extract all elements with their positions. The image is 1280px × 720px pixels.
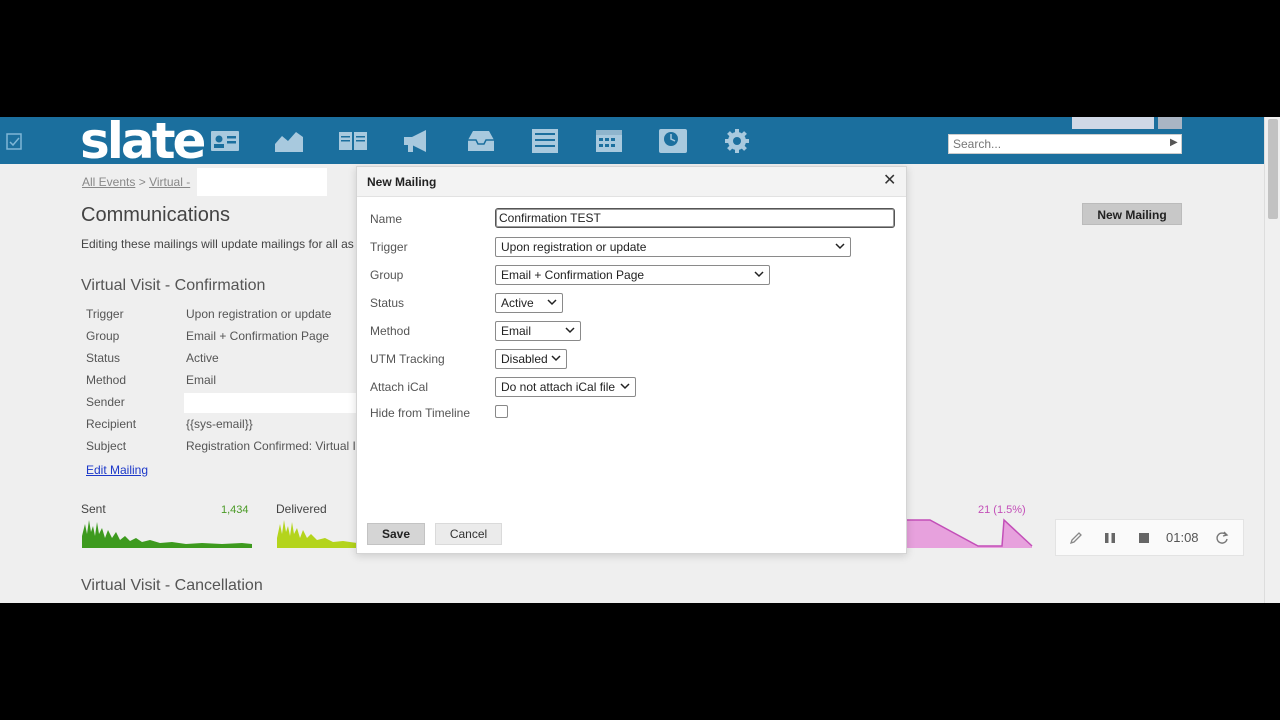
app-window: slate Search... ▶ All Events > Virtual -… xyxy=(0,117,1280,603)
edit-mailing-link[interactable]: Edit Mailing xyxy=(86,463,148,477)
slate-logo[interactable]: slate xyxy=(80,117,206,169)
breadcrumb: All Events > Virtual - xyxy=(82,175,190,189)
contacts-icon[interactable] xyxy=(210,128,240,154)
megaphone-icon[interactable] xyxy=(402,128,432,154)
delivered-label: Delivered xyxy=(276,502,327,516)
attach-ical-select[interactable]: Do not attach iCal file xyxy=(495,377,636,397)
new-mailing-dialog: New Mailing ✕ Name Confirmation TEST Tri… xyxy=(356,166,907,554)
top-navigation-bar: slate Search... ▶ xyxy=(0,117,1264,169)
breadcrumb-all-events[interactable]: All Events xyxy=(82,175,135,189)
redacted-region xyxy=(184,393,358,413)
name-input[interactable]: Confirmation TEST xyxy=(495,208,895,228)
page-description: Editing these mailings will update maili… xyxy=(81,237,354,251)
trigger-label: Trigger xyxy=(370,240,408,254)
page-title: Communications xyxy=(81,204,230,226)
pen-icon[interactable] xyxy=(1069,531,1083,545)
group-value: Email + Confirmation Page xyxy=(501,268,645,282)
stop-icon[interactable] xyxy=(1137,531,1151,545)
utm-tracking-value: Disabled xyxy=(501,352,548,366)
user-menu[interactable] xyxy=(1072,117,1154,129)
trigger-value: Upon registration or update xyxy=(501,240,647,254)
screen-recorder-toolbar: 01:08 xyxy=(1055,519,1244,556)
refresh-icon[interactable] xyxy=(1215,531,1229,545)
chevron-down-icon xyxy=(565,327,575,334)
property-label: Trigger xyxy=(86,307,124,321)
property-value: {{sys-email}} xyxy=(186,417,253,431)
attach-ical-value: Do not attach iCal file xyxy=(501,380,616,394)
book-icon[interactable] xyxy=(338,128,368,154)
pause-icon[interactable] xyxy=(1103,531,1117,545)
checklist-icon[interactable] xyxy=(6,133,24,151)
redacted-region xyxy=(197,168,327,196)
status-value: Active xyxy=(501,296,534,310)
method-value: Email xyxy=(501,324,532,338)
chevron-down-icon xyxy=(547,299,557,306)
inbox-icon[interactable] xyxy=(466,128,496,154)
avatar[interactable] xyxy=(1158,117,1182,129)
chevron-down-icon xyxy=(620,383,630,390)
name-label: Name xyxy=(370,212,403,226)
section-title: Virtual Visit - Cancellation xyxy=(81,577,263,594)
close-icon[interactable]: ✕ xyxy=(883,173,896,189)
gear-icon[interactable] xyxy=(722,128,752,154)
breadcrumb-event[interactable]: Virtual - xyxy=(149,175,190,189)
property-value: Active xyxy=(186,351,219,365)
new-mailing-button[interactable]: New Mailing xyxy=(1082,203,1182,225)
property-label: Recipient xyxy=(86,417,137,431)
group-select[interactable]: Email + Confirmation Page xyxy=(495,265,770,285)
bounce-sparkline xyxy=(906,518,1033,548)
property-label: Sender xyxy=(86,395,125,409)
dialog-header: New Mailing ✕ xyxy=(357,167,906,197)
property-value: Registration Confirmed: Virtual I xyxy=(186,439,356,453)
utm-tracking-select[interactable]: Disabled xyxy=(495,349,567,369)
scrollbar-thumb[interactable] xyxy=(1268,119,1278,219)
sent-count: 1,434 xyxy=(221,504,249,516)
trigger-select[interactable]: Upon registration or update xyxy=(495,237,851,257)
reports-icon[interactable] xyxy=(274,128,304,154)
dialog-title: New Mailing xyxy=(367,175,437,189)
utm-tracking-label: UTM Tracking xyxy=(370,352,445,366)
method-label: Method xyxy=(370,324,411,338)
clock-icon[interactable] xyxy=(658,128,688,154)
status-select[interactable]: Active xyxy=(495,293,563,313)
method-select[interactable]: Email xyxy=(495,321,581,341)
section-title: Virtual Visit - Confirmation xyxy=(81,277,266,294)
property-label: Method xyxy=(86,373,127,387)
breadcrumb-separator: > xyxy=(138,175,146,189)
cancel-button[interactable]: Cancel xyxy=(435,523,502,545)
property-value: Email + Confirmation Page xyxy=(186,329,330,343)
hide-from-timeline-checkbox[interactable] xyxy=(495,405,508,418)
sent-label: Sent xyxy=(81,502,106,516)
bounce-count: 21 (1.5%) xyxy=(978,504,1026,516)
chevron-down-icon xyxy=(835,243,845,250)
calendar-icon[interactable] xyxy=(594,128,624,154)
delivered-sparkline xyxy=(277,520,357,548)
property-value: Email xyxy=(186,373,217,387)
search-input[interactable]: Search... xyxy=(948,134,1182,154)
property-value: Upon registration or update xyxy=(186,307,332,321)
chevron-down-icon xyxy=(551,355,561,362)
save-button[interactable]: Save xyxy=(367,523,425,545)
property-label: Status xyxy=(86,351,121,365)
property-label: Group xyxy=(86,329,120,343)
property-label: Subject xyxy=(86,439,127,453)
group-label: Group xyxy=(370,268,404,282)
hide-from-timeline-label: Hide from Timeline xyxy=(370,406,471,420)
list-icon[interactable] xyxy=(530,128,560,154)
recording-timer: 01:08 xyxy=(1166,530,1199,545)
status-label: Status xyxy=(370,296,405,310)
chevron-down-icon xyxy=(754,271,764,278)
sent-sparkline xyxy=(82,520,252,548)
attach-ical-label: Attach iCal xyxy=(370,380,429,394)
scrollbar[interactable] xyxy=(1264,117,1280,603)
search-arrow-icon[interactable]: ▶ xyxy=(1170,137,1178,148)
